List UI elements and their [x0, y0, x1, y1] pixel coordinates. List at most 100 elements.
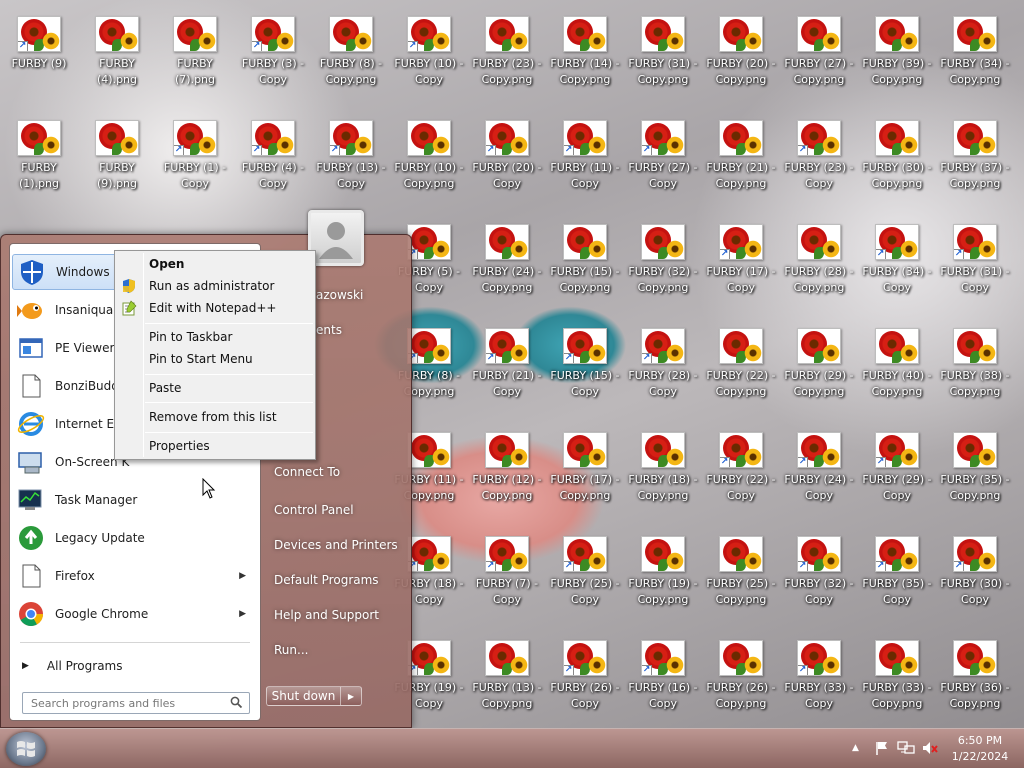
desktop-icon[interactable]: FURBY (28) - Copy.png — [780, 208, 858, 300]
desktop-icon[interactable]: FURBY (17) - Copy.png — [546, 416, 624, 508]
desktop-icon[interactable]: ↗ FURBY (28) - Copy — [624, 312, 702, 404]
action-center-flag-icon[interactable] — [874, 740, 890, 756]
desktop-icon[interactable]: FURBY (21) - Copy.png — [702, 104, 780, 196]
desktop-icon[interactable]: FURBY (19) - Copy.png — [624, 520, 702, 612]
start-user-name[interactable]: azowski — [316, 288, 363, 302]
desktop-icon[interactable]: FURBY (31) - Copy.png — [624, 0, 702, 92]
desktop-icon[interactable]: ↗ FURBY (34) - Copy — [858, 208, 936, 300]
desktop-icon[interactable]: FURBY (10) - Copy.png — [390, 104, 468, 196]
start-help-support[interactable]: Help and Support — [274, 608, 379, 622]
desktop-icon[interactable]: FURBY (15) - Copy.png — [546, 208, 624, 300]
search-input[interactable]: Search programs and files — [22, 692, 250, 714]
desktop-icon[interactable]: FURBY (36) - Copy.png — [936, 624, 1014, 716]
desktop-icon[interactable]: ↗ FURBY (35) - Copy — [858, 520, 936, 612]
desktop-icon[interactable]: ↗ FURBY (10) - Copy — [390, 0, 468, 92]
user-account-picture[interactable] — [308, 210, 364, 266]
desktop-icon[interactable]: FURBY (13) - Copy.png — [468, 624, 546, 716]
ctx-edit-notepad[interactable]: Edit with Notepad++ — [149, 301, 276, 315]
desktop-icon[interactable]: ↗ FURBY (30) - Copy — [936, 520, 1014, 612]
ctx-run-as-admin[interactable]: Run as administrator — [149, 279, 274, 293]
desktop-icon[interactable]: FURBY (8) - Copy.png — [312, 0, 390, 92]
desktop-icon[interactable]: FURBY (37) - Copy.png — [936, 104, 1014, 196]
start-button[interactable] — [6, 732, 46, 766]
desktop-icon[interactable]: FURBY (4).png — [78, 0, 156, 92]
ctx-open[interactable]: Open — [149, 257, 184, 271]
desktop-icon[interactable]: ↗ FURBY (4) - Copy — [234, 104, 312, 196]
desktop-icon[interactable]: FURBY (23) - Copy.png — [468, 0, 546, 92]
ctx-pin-taskbar[interactable]: Pin to Taskbar — [149, 330, 232, 344]
desktop-icon[interactable]: ↗ FURBY (9) — [0, 0, 78, 92]
desktop-icon[interactable]: ↗ FURBY (27) - Copy — [624, 104, 702, 196]
desktop-icon[interactable]: ↗ FURBY (7) - Copy — [468, 520, 546, 612]
shortcut-arrow-icon: ↗ — [876, 249, 886, 259]
desktop-icon[interactable]: ↗ FURBY (32) - Copy — [780, 520, 858, 612]
desktop-icon[interactable]: FURBY (30) - Copy.png — [858, 104, 936, 196]
desktop-icon[interactable]: FURBY (33) - Copy.png — [858, 624, 936, 716]
desktop-icon[interactable]: ↗ FURBY (31) - Copy — [936, 208, 1014, 300]
desktop-icon[interactable]: ↗ FURBY (22) - Copy — [702, 416, 780, 508]
shutdown-options-arrow[interactable]: ▶ — [341, 687, 361, 705]
start-documents[interactable]: ents — [316, 323, 342, 337]
ctx-properties[interactable]: Properties — [149, 439, 210, 453]
start-menu-item[interactable]: Task Manager — [12, 482, 258, 518]
desktop-icon[interactable]: ↗ FURBY (26) - Copy — [546, 624, 624, 716]
desktop-icon[interactable]: ↗ FURBY (15) - Copy — [546, 312, 624, 404]
desktop-icon[interactable]: ↗ FURBY (20) - Copy — [468, 104, 546, 196]
desktop-icon[interactable]: FURBY (24) - Copy.png — [468, 208, 546, 300]
desktop-icon[interactable]: FURBY (39) - Copy.png — [858, 0, 936, 92]
show-hidden-icons-button[interactable]: ▲ — [852, 743, 859, 753]
desktop-icon[interactable]: FURBY (14) - Copy.png — [546, 0, 624, 92]
start-run[interactable]: Run... — [274, 643, 308, 657]
system-clock[interactable]: 6:50 PM 1/22/2024 — [944, 733, 1016, 765]
desktop-icon[interactable]: ↗ FURBY (25) - Copy — [546, 520, 624, 612]
network-icon[interactable] — [897, 740, 915, 756]
desktop-icon[interactable]: ↗ FURBY (11) - Copy — [546, 104, 624, 196]
desktop-icon[interactable]: FURBY (22) - Copy.png — [702, 312, 780, 404]
desktop-icon[interactable]: FURBY (34) - Copy.png — [936, 0, 1014, 92]
start-menu-item[interactable]: Firefox ▶ — [12, 558, 258, 594]
shutdown-button[interactable]: Shut down ▶ — [266, 686, 362, 706]
desktop-icon[interactable]: FURBY (9).png — [78, 104, 156, 196]
desktop-icon[interactable]: FURBY (25) - Copy.png — [702, 520, 780, 612]
desktop-icon[interactable]: FURBY (20) - Copy.png — [702, 0, 780, 92]
desktop-icon[interactable]: ↗ FURBY (1) - Copy — [156, 104, 234, 196]
desktop-icon[interactable]: ↗ FURBY (13) - Copy — [312, 104, 390, 196]
desktop-icon[interactable]: ↗ FURBY (17) - Copy — [702, 208, 780, 300]
jumplist-arrow-icon[interactable]: ▶ — [239, 571, 246, 581]
desktop-icon[interactable]: FURBY (35) - Copy.png — [936, 416, 1014, 508]
desktop-icon[interactable]: FURBY (27) - Copy.png — [780, 0, 858, 92]
desktop-icon[interactable]: ↗ FURBY (29) - Copy — [858, 416, 936, 508]
desktop-icon[interactable]: ↗ FURBY (3) - Copy — [234, 0, 312, 92]
desktop-icon-label: FURBY (25) - Copy.png — [706, 577, 776, 606]
desktop-icon[interactable]: FURBY (7).png — [156, 0, 234, 92]
desktop-icon[interactable]: ↗ FURBY (33) - Copy — [780, 624, 858, 716]
volume-muted-icon[interactable] — [921, 740, 939, 756]
desktop-icon[interactable]: ↗ FURBY (21) - Copy — [468, 312, 546, 404]
all-programs-button[interactable]: ▶ All Programs — [12, 652, 258, 680]
jumplist-arrow-icon[interactable]: ▶ — [239, 609, 246, 619]
desktop-icon[interactable]: FURBY (38) - Copy.png — [936, 312, 1014, 404]
desktop-icon[interactable]: ↗ FURBY (23) - Copy — [780, 104, 858, 196]
start-menu-item[interactable]: Google Chrome ▶ — [12, 596, 258, 632]
image-thumbnail-icon: ↗ — [563, 640, 607, 676]
start-control-panel[interactable]: Control Panel — [274, 503, 354, 517]
desktop-icon[interactable]: FURBY (32) - Copy.png — [624, 208, 702, 300]
desktop-icon[interactable]: FURBY (12) - Copy.png — [468, 416, 546, 508]
desktop-icon[interactable]: FURBY (1).png — [0, 104, 78, 196]
ctx-pin-start[interactable]: Pin to Start Menu — [149, 352, 253, 366]
desktop-icon[interactable]: ↗ FURBY (16) - Copy — [624, 624, 702, 716]
start-menu-item[interactable]: Legacy Update — [12, 520, 258, 556]
shortcut-arrow-icon: ↗ — [720, 249, 730, 259]
start-default-programs[interactable]: Default Programs — [274, 573, 379, 587]
desktop-icon[interactable]: FURBY (18) - Copy.png — [624, 416, 702, 508]
desktop-icon[interactable]: ↗ FURBY (24) - Copy — [780, 416, 858, 508]
desktop-icon[interactable]: FURBY (26) - Copy.png — [702, 624, 780, 716]
desktop-icon-label: FURBY (8) - Copy.png — [319, 57, 383, 86]
desktop-icon[interactable]: FURBY (40) - Copy.png — [858, 312, 936, 404]
start-connect-to[interactable]: Connect To — [274, 465, 340, 479]
desktop-icon-label: FURBY (38) - Copy.png — [940, 369, 1010, 398]
start-devices-printers[interactable]: Devices and Printers — [274, 538, 398, 552]
ctx-remove-list[interactable]: Remove from this list — [149, 410, 277, 424]
desktop-icon[interactable]: FURBY (29) - Copy.png — [780, 312, 858, 404]
ctx-paste[interactable]: Paste — [149, 381, 181, 395]
